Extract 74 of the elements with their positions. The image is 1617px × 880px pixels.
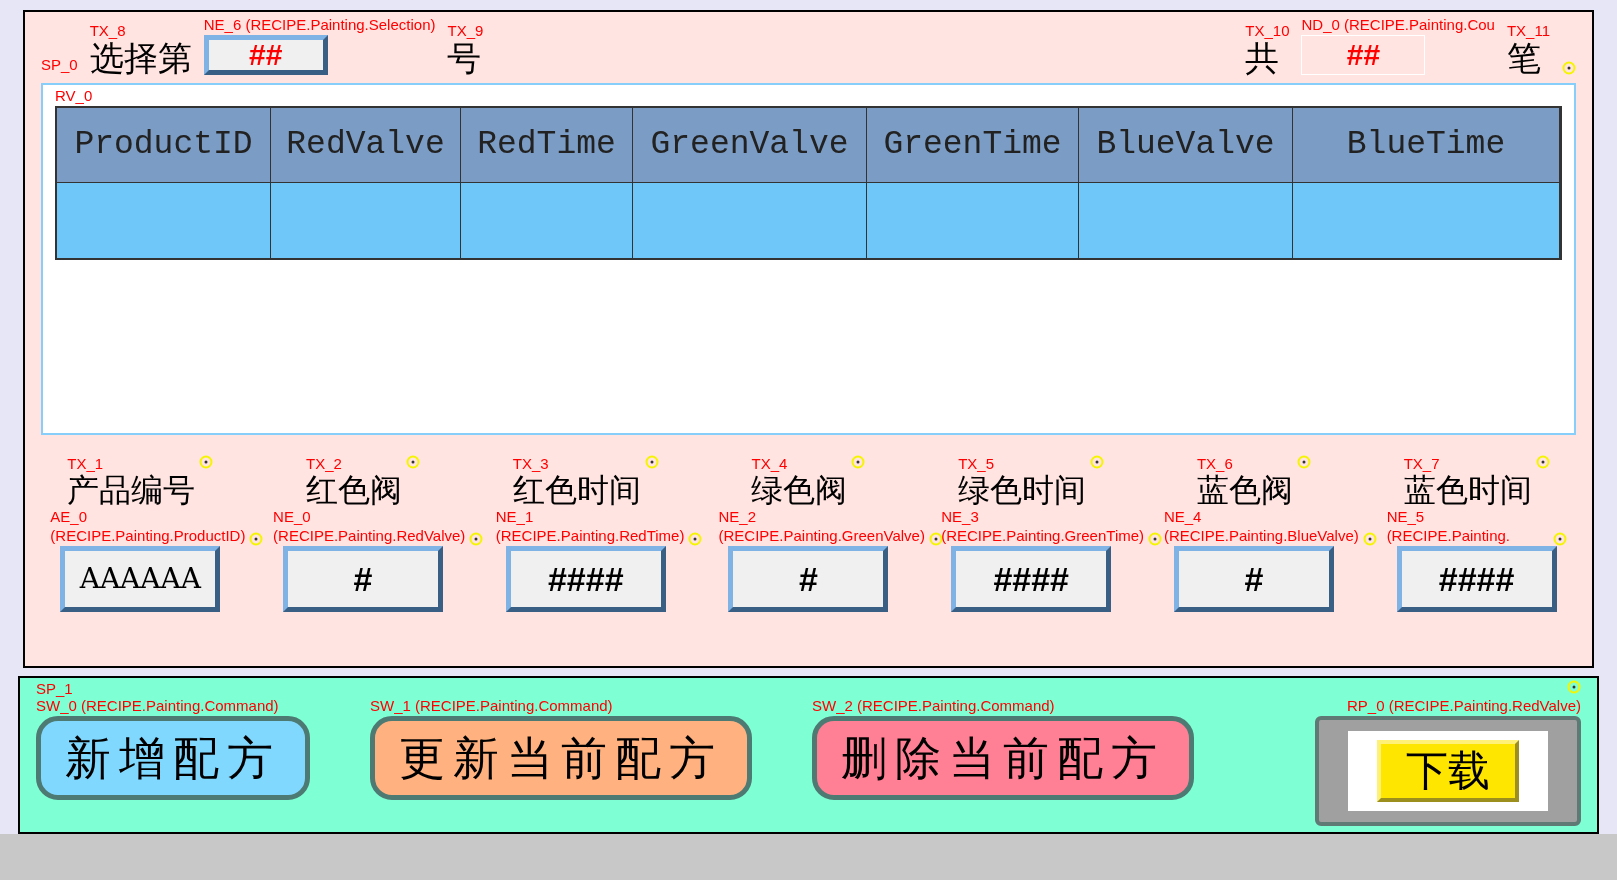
number-field[interactable]: # [728, 545, 889, 612]
column-header[interactable]: ProductID [57, 107, 271, 182]
object-tag: TX_4 [751, 454, 848, 474]
object-tag: NE_4 (RECIPE.Painting.BlueValve) [1163, 508, 1359, 546]
object-tag: NE_6 (RECIPE.Painting.Selection) [203, 16, 436, 35]
column-header[interactable]: RedValve [271, 107, 461, 182]
marker-icon [406, 454, 421, 469]
object-tag: TX_11 [1506, 22, 1550, 41]
object-tag: NE_3 (RECIPE.Painting.GreenTime) [941, 508, 1145, 546]
field-label: 红色阀 [306, 473, 403, 506]
number-field[interactable]: # [1173, 545, 1334, 612]
marker-icon [1562, 60, 1576, 75]
field-label: 绿色时间 [958, 473, 1087, 506]
selection-suffix: 号 [447, 40, 482, 75]
selection-prefix: 选择第 [89, 40, 192, 75]
command-button[interactable]: 新增配方 [36, 715, 310, 800]
column-header[interactable]: GreenValve [633, 107, 867, 182]
marker-icon [1535, 454, 1550, 469]
object-tag: SP_0 [41, 56, 78, 75]
text-field[interactable]: AAAAAA [60, 545, 221, 612]
object-tag: RV_0 [55, 86, 1562, 106]
object-tag: ND_0 (RECIPE.Painting.Cou [1301, 16, 1495, 35]
object-tag: TX_2 [306, 454, 403, 474]
marker-icon [1567, 680, 1581, 694]
marker-icon [199, 454, 214, 469]
field-label: 绿色阀 [751, 473, 848, 506]
object-tag: SW_2 (RECIPE.Painting.Command) [812, 696, 1194, 716]
marker-icon [851, 454, 866, 469]
number-field[interactable]: # [283, 545, 444, 612]
marker-icon [1552, 531, 1567, 546]
object-tag: TX_5 [958, 454, 1087, 474]
marker-icon [688, 531, 703, 546]
number-field[interactable]: #### [1396, 545, 1557, 612]
object-tag: TX_7 [1403, 454, 1532, 474]
marker-icon [249, 531, 264, 546]
field-label: 产品编号 [67, 473, 196, 506]
command-button[interactable]: 更新当前配方 [370, 715, 752, 800]
field-label: 蓝色阀 [1196, 473, 1293, 506]
object-tag: AE_0 (RECIPE.Painting.ProductID) [50, 508, 246, 546]
number-field[interactable]: #### [505, 545, 666, 612]
column-header[interactable]: BlueTime [1293, 107, 1560, 182]
marker-icon [1362, 531, 1377, 546]
object-tag: TX_8 [89, 22, 192, 41]
field-label: 蓝色时间 [1403, 473, 1532, 506]
object-tag: RP_0 (RECIPE.Painting.RedValve) [1347, 696, 1581, 716]
marker-icon [928, 531, 943, 546]
object-tag: SW_0 (RECIPE.Painting.Command) [36, 696, 310, 716]
count-suffix: 笔 [1506, 40, 1541, 75]
object-tag: SW_1 (RECIPE.Painting.Command) [370, 696, 752, 716]
selection-field[interactable]: ## [203, 34, 328, 75]
marker-icon [1090, 454, 1105, 469]
count-display: ## [1301, 34, 1426, 75]
object-tag: TX_10 [1245, 22, 1290, 41]
download-button[interactable]: 下载 [1377, 739, 1519, 802]
marker-icon [644, 454, 659, 469]
marker-icon [1148, 531, 1163, 546]
object-tag: NE_1 (RECIPE.Painting.RedTime) [495, 508, 685, 546]
object-tag: TX_9 [447, 22, 484, 41]
command-button[interactable]: 删除当前配方 [812, 715, 1194, 800]
marker-icon [469, 531, 484, 546]
column-header[interactable]: GreenTime [867, 107, 1079, 182]
field-label: 红色时间 [512, 473, 641, 506]
object-tag: NE_0 (RECIPE.Painting.RedValve) [273, 508, 466, 546]
object-tag: NE_5 (RECIPE.Painting. [1386, 508, 1549, 546]
object-tag: SP_1 [36, 680, 73, 699]
object-tag: TX_3 [512, 454, 641, 474]
column-header[interactable]: RedTime [461, 107, 633, 182]
object-tag: TX_1 [67, 454, 196, 474]
number-field[interactable]: #### [951, 545, 1112, 612]
column-header[interactable]: BlueValve [1079, 107, 1293, 182]
marker-icon [1296, 454, 1311, 469]
object-tag: NE_2 (RECIPE.Painting.GreenValve) [718, 508, 925, 546]
count-prefix: 共 [1245, 40, 1280, 75]
object-tag: TX_6 [1196, 454, 1293, 474]
